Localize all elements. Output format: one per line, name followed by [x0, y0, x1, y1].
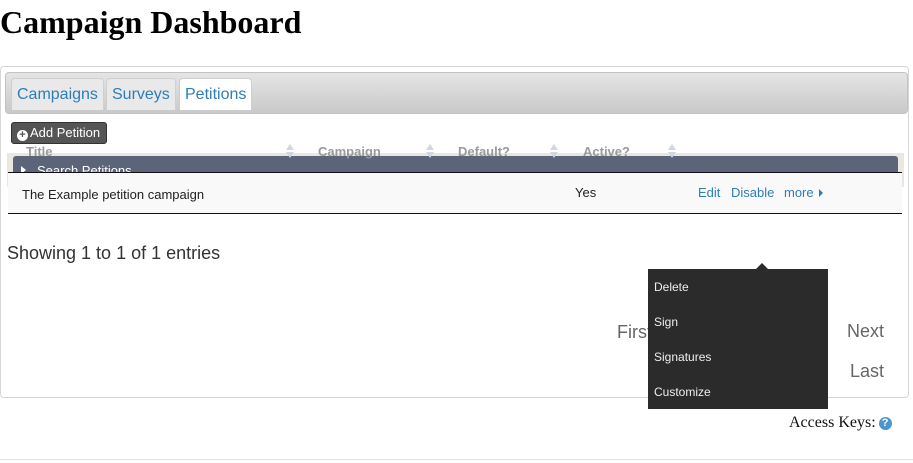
pagination-next[interactable]: Next: [847, 321, 884, 342]
more-label: more: [784, 185, 814, 200]
menu-item-signatures[interactable]: Signatures: [654, 350, 711, 364]
more-actions-menu: Delete Sign Signatures Customize: [648, 269, 828, 409]
column-header-campaign[interactable]: Campaign: [318, 144, 381, 159]
page-title: Campaign Dashboard: [0, 4, 302, 40]
sort-icon[interactable]: [426, 143, 434, 159]
table-row: The Example petition campaign Yes Edit D…: [8, 173, 902, 214]
column-header-title[interactable]: Title: [26, 144, 53, 159]
footer-divider: [0, 459, 913, 460]
tab-bar: Campaigns Surveys Petitions: [5, 72, 908, 114]
access-keys-label: Access Keys:: [789, 414, 876, 431]
column-header-active[interactable]: Active?: [583, 144, 630, 159]
tab-petitions[interactable]: Petitions: [179, 78, 253, 110]
pagination-first[interactable]: First: [617, 322, 652, 343]
tab-campaigns[interactable]: Campaigns: [11, 78, 104, 110]
more-link[interactable]: more: [784, 185, 823, 200]
sort-icon[interactable]: [550, 143, 558, 159]
sort-icon[interactable]: [286, 143, 294, 159]
question-circle-icon[interactable]: ?: [878, 417, 892, 430]
menu-item-sign[interactable]: Sign: [654, 315, 678, 329]
petition-title: The Example petition campaign: [22, 187, 205, 202]
add-petition-button[interactable]: + Add Petition: [11, 122, 108, 144]
pagination-last[interactable]: Last: [850, 361, 884, 382]
triangle-right-icon: [818, 189, 823, 197]
column-header-default[interactable]: Default?: [458, 144, 510, 159]
access-keys[interactable]: Access Keys:?: [789, 414, 892, 432]
disable-link[interactable]: Disable: [731, 185, 774, 200]
edit-link[interactable]: Edit: [698, 185, 720, 200]
add-petition-label: Add Petition: [30, 125, 101, 140]
tab-surveys[interactable]: Surveys: [106, 78, 176, 110]
table-info: Showing 1 to 1 of 1 entries: [7, 243, 221, 263]
menu-item-customize[interactable]: Customize: [654, 385, 711, 399]
menu-item-delete[interactable]: Delete: [654, 280, 689, 294]
plus-circle-icon: +: [17, 130, 28, 141]
sort-icon[interactable]: [668, 143, 676, 159]
petition-active: Yes: [575, 185, 597, 200]
